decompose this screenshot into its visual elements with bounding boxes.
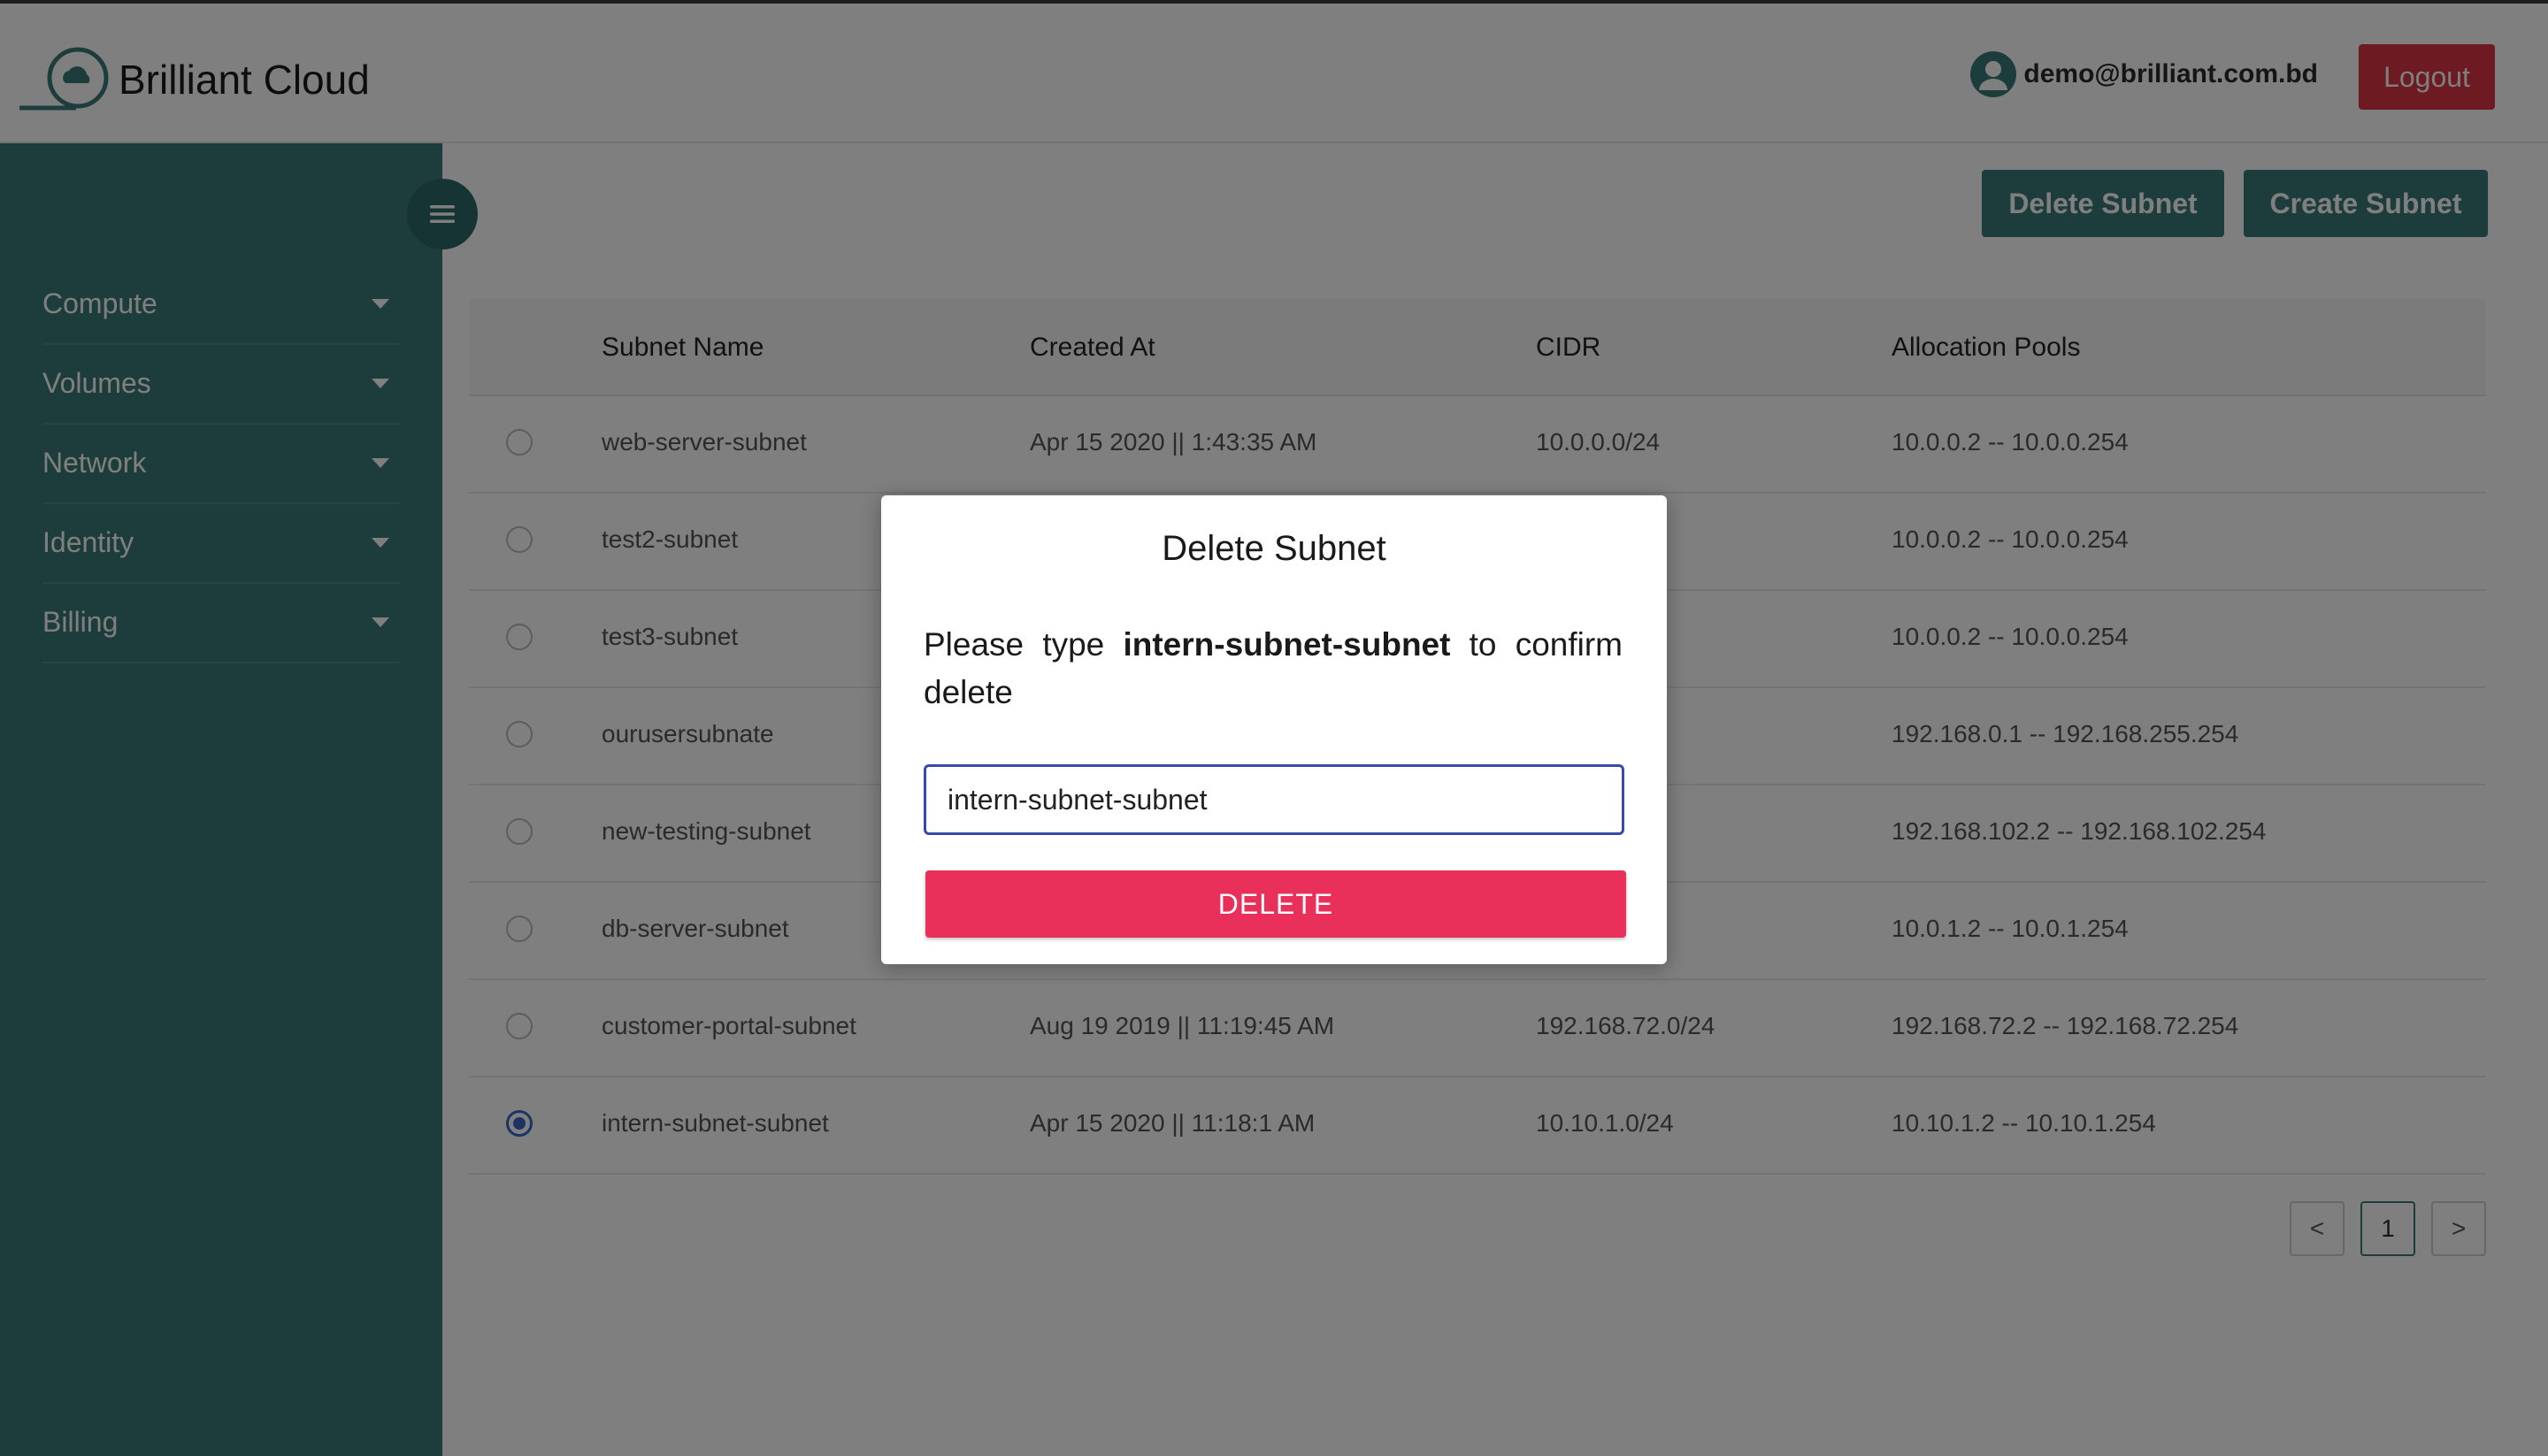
confirm-name-input[interactable]	[924, 764, 1624, 835]
delete-button[interactable]: DELETE	[925, 870, 1626, 938]
modal-message: Please type intern-subnet-subnet to conf…	[924, 621, 1623, 717]
message-subnet-name: intern-subnet-subnet	[1123, 626, 1451, 663]
message-prefix: Please type	[924, 626, 1105, 663]
delete-subnet-modal: Delete Subnet Please type intern-subnet-…	[881, 495, 1667, 964]
modal-title: Delete Subnet	[1162, 529, 1386, 568]
